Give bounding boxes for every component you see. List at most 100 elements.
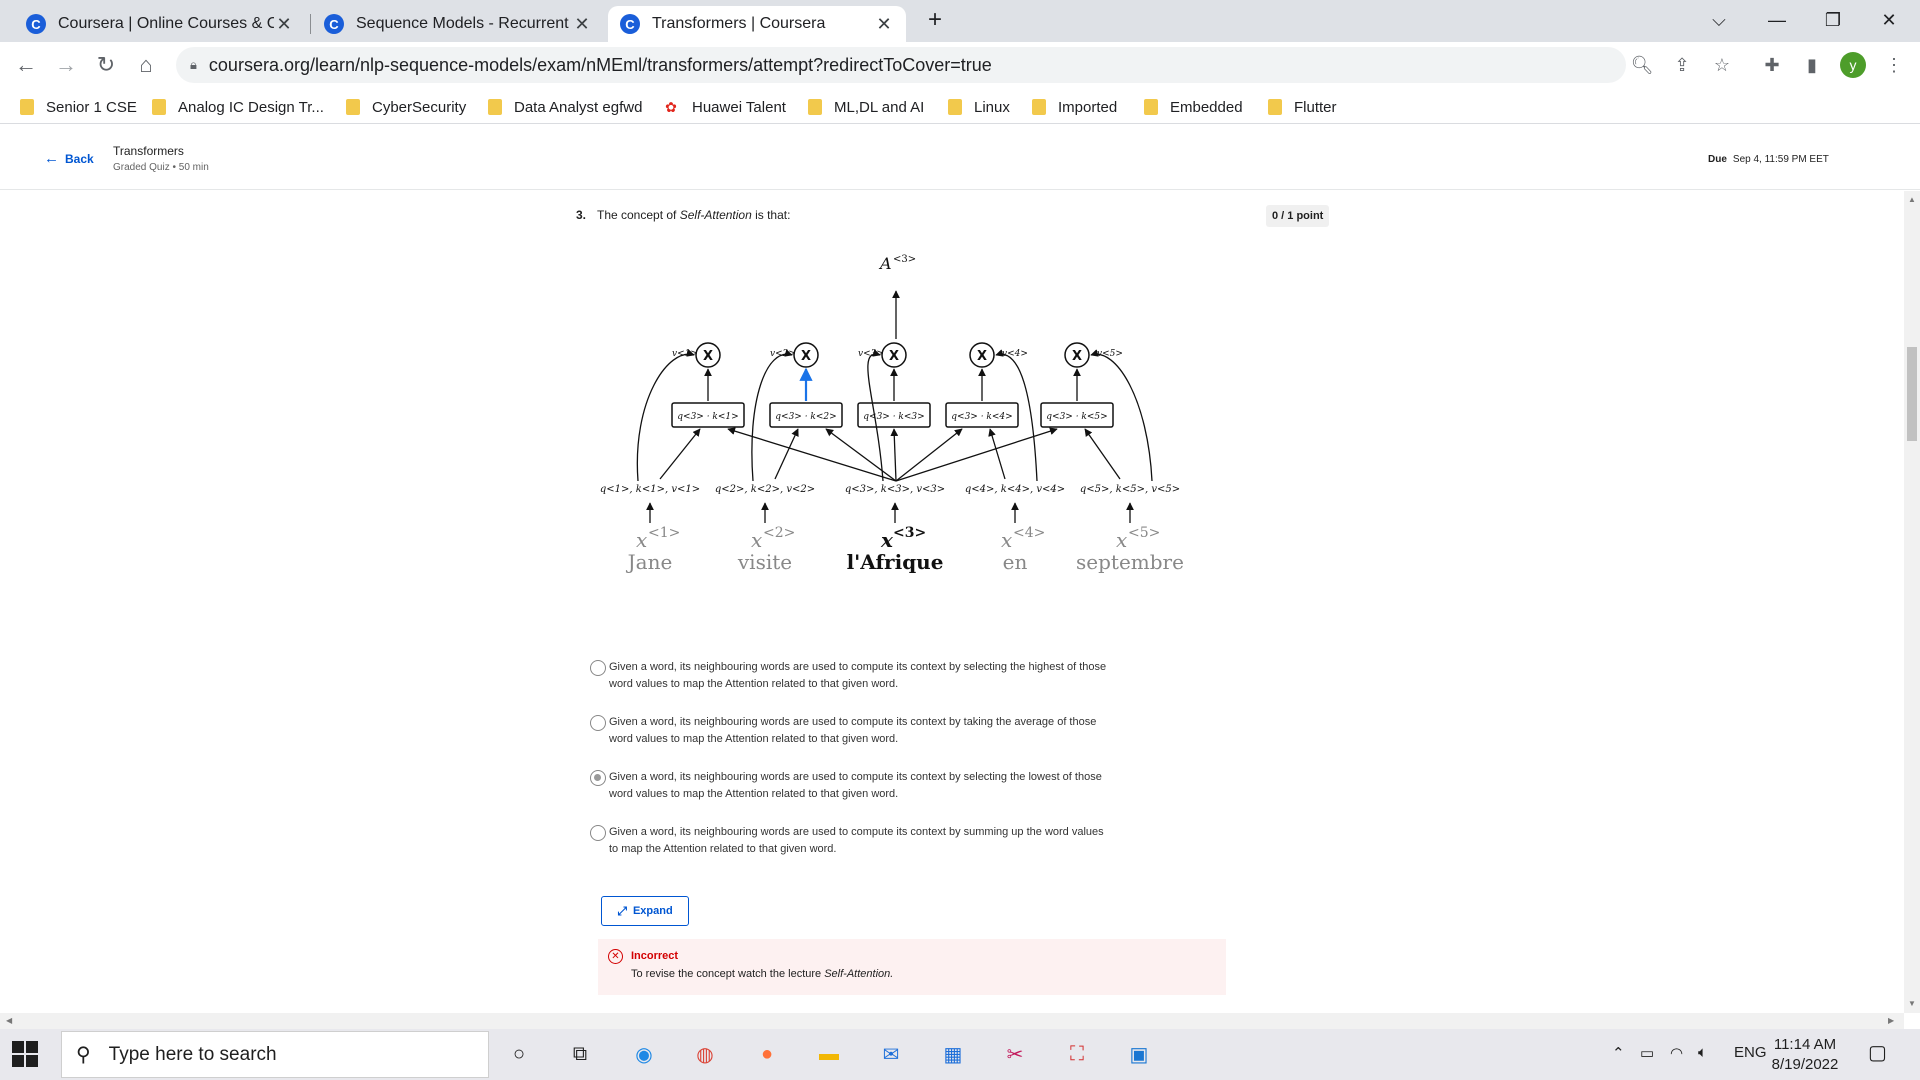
zoom-icon[interactable]: 🔍︎ [1628, 51, 1656, 79]
wifi-icon[interactable]: ◠ [1670, 1044, 1683, 1062]
qkv-label: q<3>, k<3>, v<3> [845, 484, 945, 495]
tab-divider [310, 14, 311, 34]
key-arrow [988, 428, 1006, 480]
feedback-status: Incorrect [631, 950, 679, 962]
lock-icon[interactable]: 🔒︎ [190, 57, 197, 73]
mail-icon[interactable]: ✉ [874, 1037, 908, 1071]
bookmark-imported[interactable]: Imported [1032, 96, 1117, 118]
bookmark-flutter[interactable]: Flutter [1268, 96, 1337, 118]
menu-kebab-icon[interactable]: ⋮ [1880, 51, 1908, 79]
forward-arrow-icon[interactable]: → [50, 49, 82, 81]
browser-tab-coursera-home[interactable]: C Coursera | Online Courses & Crec ✕ [14, 6, 306, 42]
minimize-icon[interactable]: — [1754, 0, 1800, 40]
acrobat-icon[interactable]: ⛶ [1060, 1037, 1094, 1071]
bookmark-cybersecurity[interactable]: CyberSecurity [346, 96, 466, 118]
vertical-scrollbar[interactable]: ▲ ▼ [1904, 191, 1920, 1013]
tray-chevron-icon[interactable]: ⌃ [1612, 1044, 1625, 1062]
key-arrow [1084, 428, 1121, 480]
close-icon[interactable]: ✕ [572, 14, 592, 35]
scroll-up-icon[interactable]: ▲ [1908, 195, 1916, 204]
x-letter: x [1116, 528, 1127, 552]
x-letter: x [1001, 528, 1012, 552]
scroll-left-icon[interactable]: ◀ [6, 1016, 12, 1025]
x-superscript: <5> [1128, 525, 1160, 541]
radio-button[interactable] [590, 825, 606, 841]
score-label: q<3> · k<5> [1046, 412, 1107, 422]
radio-button[interactable] [590, 715, 606, 731]
new-tab-button[interactable]: + [912, 0, 958, 40]
home-icon[interactable]: ⌂ [130, 49, 162, 81]
clock[interactable]: 11:14 AM 8/19/2022 [1760, 1035, 1850, 1075]
reload-icon[interactable]: ↻ [90, 49, 122, 81]
option-text: Given a word, its neighbouring words are… [609, 661, 1107, 690]
word-label: septembre [1076, 550, 1184, 574]
multiply-symbol: X [1072, 349, 1082, 364]
quiz-header: ← Back Transformers Graded Quiz • 50 min… [0, 126, 1920, 190]
horizontal-scrollbar[interactable]: ◀ ▶ [0, 1013, 1904, 1029]
points-badge: 0 / 1 point [1266, 205, 1330, 227]
close-window-icon[interactable]: ✕ [1866, 0, 1912, 40]
profile-avatar[interactable]: y [1840, 52, 1866, 78]
bookmark-ml-dl-ai[interactable]: ML,DL and AI [808, 96, 924, 118]
bookmark-analog-ic[interactable]: Analog IC Design Tr... [152, 96, 324, 118]
multiply-symbol: X [801, 349, 811, 364]
close-icon[interactable]: ✕ [274, 14, 294, 35]
file-explorer-icon[interactable]: ▬ [812, 1037, 846, 1071]
extensions-icon[interactable]: ✚ [1758, 51, 1786, 79]
radio-button-selected[interactable] [590, 770, 606, 786]
bookmark-star-icon[interactable]: ☆ [1708, 51, 1736, 79]
close-icon[interactable]: ✕ [874, 14, 894, 35]
browser-tab-sequence-models[interactable]: C Sequence Models - Recurrent Ne ✕ [312, 6, 604, 42]
cortana-icon[interactable]: ○ [502, 1037, 536, 1071]
expand-button[interactable]: ⤢ Expand [601, 896, 689, 926]
due-label: Due [1708, 154, 1727, 165]
side-panel-icon[interactable]: ▮ [1798, 51, 1826, 79]
address-bar[interactable]: 🔒︎ coursera.org/learn/nlp-sequence-model… [176, 47, 1626, 83]
value-label: v<3> [858, 349, 884, 359]
x-letter: x [751, 528, 762, 552]
scrollbar-thumb[interactable] [1907, 347, 1917, 441]
radio-button[interactable] [590, 660, 606, 676]
bookmark-embedded[interactable]: Embedded [1144, 96, 1243, 118]
scroll-right-icon[interactable]: ▶ [1888, 1016, 1894, 1025]
self-attention-diagram: A <3>Xv<1>q<3> · k<1>q<1>, k<1>, v<1>x <1>… [600, 254, 1184, 574]
snipping-tool-icon[interactable]: ✂ [998, 1037, 1032, 1071]
x-superscript: <1> [648, 525, 680, 541]
windows-start-icon[interactable] [12, 1041, 38, 1067]
edge-icon[interactable]: ◉ [627, 1037, 661, 1071]
qkv-label: q<5>, k<5>, v<5> [1080, 484, 1180, 495]
word-label: visite [737, 550, 792, 574]
word-label: l'Afrique [847, 550, 944, 574]
option-text: Given a word, its neighbouring words are… [609, 826, 1104, 855]
task-view-icon[interactable]: ⧉ [563, 1037, 597, 1071]
question-number: 3. [576, 208, 587, 222]
score-label: q<3> · k<3> [863, 412, 924, 422]
bookmark-huawei-talent[interactable]: ✿ Huawei Talent [662, 96, 786, 118]
store-icon[interactable]: ▦ [936, 1037, 970, 1071]
browser-tab-transformers[interactable]: C Transformers | Coursera ✕ [608, 6, 906, 42]
scroll-down-icon[interactable]: ▼ [1908, 999, 1916, 1008]
back-arrow-icon[interactable]: ← [10, 49, 42, 81]
windows-taskbar: ⚲ Type here to search ○ ⧉ ◉ ◍ ● ▬ ✉ ▦ ✂ … [0, 1029, 1920, 1080]
chrome-icon[interactable]: ◍ [688, 1037, 722, 1071]
qkv-label: q<2>, k<2>, v<2> [715, 484, 815, 495]
bookmark-data-analyst[interactable]: Data Analyst egfwd [488, 96, 642, 118]
restore-icon[interactable]: ❐ [1810, 0, 1856, 40]
firefox-icon[interactable]: ● [750, 1037, 784, 1071]
bookmark-senior-1-cse[interactable]: Senior 1 CSE [20, 96, 137, 118]
answer-option-1[interactable]: Given a word, its neighbouring words are… [590, 659, 1129, 693]
answer-option-3[interactable]: Given a word, its neighbouring words are… [590, 769, 1129, 803]
bookmark-linux[interactable]: Linux [948, 96, 1010, 118]
tab-search-chevron-icon[interactable]: ⌵ [1696, 0, 1742, 40]
taskbar-search-box[interactable]: ⚲ Type here to search [61, 1031, 489, 1078]
battery-icon[interactable]: ▭ [1640, 1044, 1654, 1062]
notifications-icon[interactable]: ▢ [1868, 1040, 1887, 1065]
answer-option-4[interactable]: Given a word, its neighbouring words are… [590, 824, 1129, 858]
volume-icon[interactable]: 🔈︎ [1698, 1044, 1707, 1061]
browser-toolbar: ← → ↻ ⌂ 🔒︎ coursera.org/learn/nlp-sequen… [0, 42, 1920, 88]
back-button[interactable]: ← Back [44, 150, 94, 167]
photos-icon[interactable]: ▣ [1122, 1037, 1156, 1071]
answer-option-2[interactable]: Given a word, its neighbouring words are… [590, 714, 1129, 748]
share-icon[interactable]: ⇪ [1668, 51, 1696, 79]
option-text: Given a word, its neighbouring words are… [609, 771, 1102, 800]
